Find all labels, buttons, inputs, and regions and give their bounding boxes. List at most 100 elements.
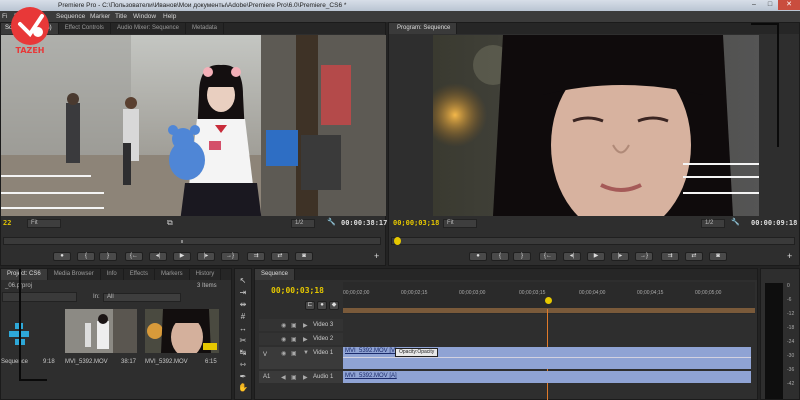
- tab-info[interactable]: Info: [101, 269, 124, 280]
- selection-tool-icon[interactable]: ↖: [237, 275, 249, 287]
- hand-icon[interactable]: ✋: [237, 382, 249, 394]
- overwrite-icon[interactable]: ⇄: [271, 252, 289, 261]
- step-forward-icon[interactable]: |▸: [197, 252, 215, 261]
- export-frame-icon[interactable]: ◙: [295, 252, 313, 261]
- timeline-timecode[interactable]: 00;00;03;18: [271, 286, 324, 295]
- go-to-out-icon[interactable]: →}: [221, 252, 239, 261]
- snap-icon[interactable]: ⊏: [305, 301, 315, 310]
- timeline-playhead-handle[interactable]: [545, 297, 552, 304]
- opacity-rubberband[interactable]: [343, 357, 751, 358]
- eye-icon[interactable]: ◉: [281, 322, 286, 329]
- menu-file[interactable]: Fi: [2, 11, 7, 22]
- mark-out-icon[interactable]: }: [99, 252, 117, 261]
- marker-icon[interactable]: ●: [53, 252, 71, 261]
- menu-help[interactable]: Help: [163, 11, 176, 22]
- program-zoom-select[interactable]: Fit: [443, 219, 477, 228]
- minimize-button[interactable]: –: [746, 0, 762, 10]
- source-scrub-bar[interactable]: [3, 237, 381, 245]
- source-resolution-select[interactable]: 1/2: [291, 219, 315, 228]
- lock-icon[interactable]: ▣: [291, 374, 297, 381]
- source-zoom-select[interactable]: Fit: [27, 219, 61, 228]
- project-item-clip-1[interactable]: MVI_5392.MOV 38:17: [63, 309, 139, 369]
- effect-select[interactable]: Opacity:Opacity: [395, 348, 439, 357]
- lock-icon[interactable]: ▣: [291, 350, 297, 357]
- close-button[interactable]: ✕: [778, 0, 800, 10]
- rolling-edit-icon[interactable]: #: [237, 311, 249, 323]
- step-back-icon[interactable]: ◂|: [149, 252, 167, 261]
- lift-icon[interactable]: ⇉: [661, 252, 679, 261]
- tab-project[interactable]: Project: CS6: [1, 269, 48, 280]
- wrench-icon[interactable]: 🔧: [327, 218, 336, 226]
- source-timecode-in[interactable]: 22: [3, 219, 11, 227]
- program-export-frame-icon[interactable]: ◙: [709, 252, 727, 261]
- project-search-input[interactable]: [2, 292, 77, 302]
- track-header-video-2[interactable]: ◉ ▣ ▶ Video 2: [259, 333, 343, 345]
- work-area-bar[interactable]: [343, 308, 755, 313]
- slip-icon[interactable]: ↹: [237, 347, 249, 359]
- mark-in-icon[interactable]: {: [77, 252, 95, 261]
- extract-icon[interactable]: ⇄: [685, 252, 703, 261]
- go-to-in-icon[interactable]: {←: [125, 252, 143, 261]
- video-clip[interactable]: MVI_5392.MOV [V] Opacity:Opacity: [343, 347, 751, 369]
- project-item-sequence[interactable]: Sequence 9:18: [1, 309, 61, 369]
- audio-clip[interactable]: MVI_5392.MOV [A]: [343, 371, 751, 383]
- tab-history[interactable]: History: [190, 269, 222, 280]
- maximize-button[interactable]: □: [762, 0, 778, 10]
- tab-media-browser[interactable]: Media Browser: [48, 269, 101, 280]
- program-step-back-icon[interactable]: ◂|: [563, 252, 581, 261]
- project-item-clip-2[interactable]: MVI_5392.MOV 6:15: [143, 309, 223, 369]
- linked-selection-icon[interactable]: ◆: [329, 301, 339, 310]
- source-bracket-icon[interactable]: ⧉: [167, 218, 173, 228]
- program-playhead-marker[interactable]: [394, 237, 401, 245]
- program-timecode[interactable]: 00;00;03;18: [393, 219, 439, 227]
- program-resolution-select[interactable]: 1/2: [701, 219, 725, 228]
- track-target-label[interactable]: V: [263, 352, 267, 358]
- collapse-icon[interactable]: ▼: [303, 350, 309, 356]
- menu-marker[interactable]: Marker: [90, 11, 110, 22]
- track-target-label[interactable]: A1: [263, 374, 270, 380]
- program-mark-in-icon[interactable]: {: [491, 252, 509, 261]
- program-play-icon[interactable]: ▶: [587, 252, 605, 261]
- ripple-edit-icon[interactable]: ⇹: [237, 299, 249, 311]
- program-step-forward-icon[interactable]: |▸: [611, 252, 629, 261]
- rate-stretch-icon[interactable]: ↔: [237, 323, 249, 335]
- lock-icon[interactable]: ▣: [291, 336, 297, 343]
- tab-effect-controls[interactable]: Effect Controls: [59, 23, 111, 34]
- tab-sequence[interactable]: Sequence: [255, 269, 296, 280]
- program-go-to-in-icon[interactable]: {←: [539, 252, 557, 261]
- track-header-video-1[interactable]: V ◉ ▣ ▼ Video 1: [259, 347, 343, 369]
- menu-window[interactable]: Window: [133, 11, 156, 22]
- eye-icon[interactable]: ◉: [281, 350, 286, 357]
- program-video-frame[interactable]: [433, 35, 759, 216]
- expand-icon[interactable]: ▶: [303, 322, 308, 329]
- tab-program-sequence[interactable]: Program: Sequence: [389, 23, 458, 34]
- tab-markers[interactable]: Markers: [155, 269, 190, 280]
- expand-icon[interactable]: ▶: [303, 374, 308, 381]
- track-header-video-3[interactable]: ◉ ▣ ▶ Video 3: [259, 319, 343, 331]
- program-add-button-icon[interactable]: +: [787, 251, 792, 261]
- expand-icon[interactable]: ▶: [303, 336, 308, 343]
- add-marker-icon[interactable]: ●: [317, 301, 327, 310]
- slide-icon[interactable]: ⇿: [237, 359, 249, 371]
- razor-icon[interactable]: ✂: [237, 335, 249, 347]
- program-wrench-icon[interactable]: 🔧: [731, 218, 740, 226]
- in-filter-select[interactable]: All: [103, 293, 181, 302]
- source-add-button-icon[interactable]: +: [374, 251, 379, 261]
- insert-icon[interactable]: ⇉: [247, 252, 265, 261]
- menu-sequence[interactable]: Sequence: [56, 11, 85, 22]
- tab-effects[interactable]: Effects: [124, 269, 155, 280]
- tab-audio-mixer[interactable]: Audio Mixer: Sequence: [111, 23, 186, 34]
- track-select-icon[interactable]: ⇥: [237, 287, 249, 299]
- tab-metadata[interactable]: Metadata: [186, 23, 225, 34]
- program-scrub-bar[interactable]: [391, 237, 795, 245]
- timeline-ruler[interactable]: 00;00;02;00 00;00;02;15 00;00;03;00 00;0…: [343, 282, 755, 314]
- program-mark-out-icon[interactable]: }: [513, 252, 531, 261]
- speaker-icon[interactable]: ◀: [281, 374, 286, 381]
- lock-icon[interactable]: ▣: [291, 322, 297, 329]
- program-marker-icon[interactable]: ●: [469, 252, 487, 261]
- play-icon[interactable]: ▶: [173, 252, 191, 261]
- track-header-audio-1[interactable]: A1 ◀ ▣ ▶ Audio 1: [259, 371, 343, 383]
- source-video-frame[interactable]: [1, 35, 386, 216]
- program-go-to-out-icon[interactable]: →}: [635, 252, 653, 261]
- eye-icon[interactable]: ◉: [281, 336, 286, 343]
